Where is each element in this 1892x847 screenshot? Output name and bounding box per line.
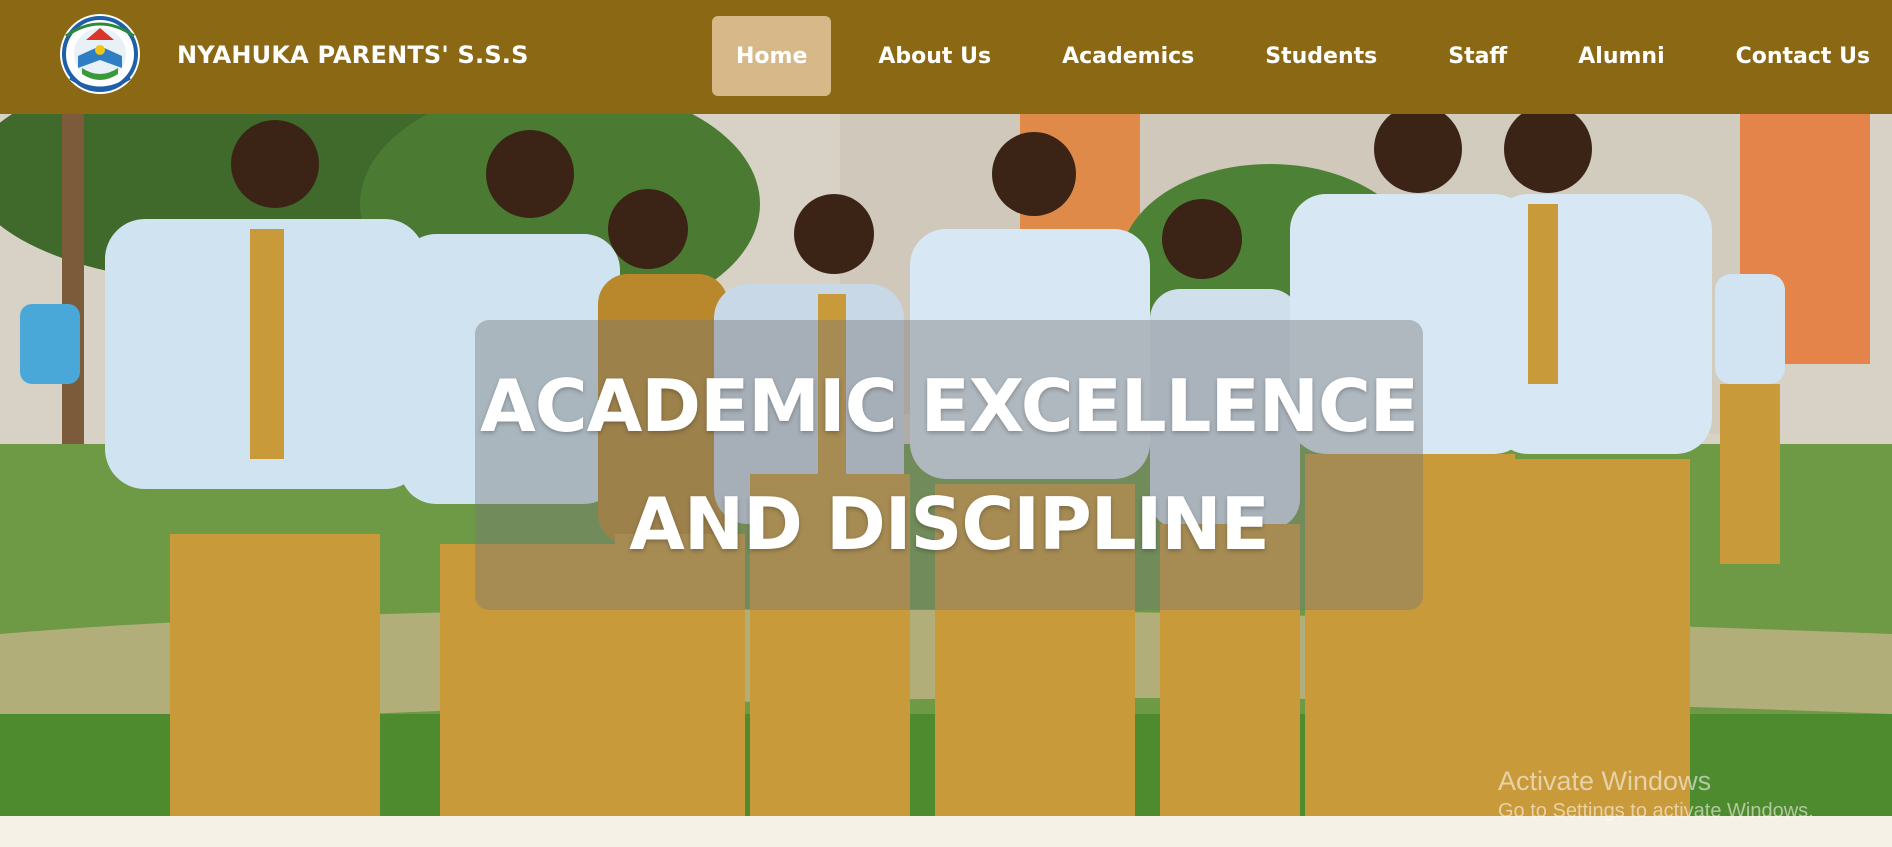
hero-caption-box: ACADEMIC EXCELLENCE AND DISCIPLINE: [475, 320, 1423, 610]
windows-activation-watermark: Activate Windows Go to Settings to activ…: [1498, 764, 1814, 824]
nav-students[interactable]: Students: [1241, 16, 1401, 96]
site-header: NYAHUKA PARENTS' S.S.S Home About Us Aca…: [0, 0, 1892, 114]
nav-staff[interactable]: Staff: [1424, 16, 1531, 96]
nav-academics[interactable]: Academics: [1038, 16, 1218, 96]
watermark-subtitle: Go to Settings to activate Windows.: [1498, 800, 1814, 822]
school-name[interactable]: NYAHUKA PARENTS' S.S.S: [177, 41, 529, 69]
school-crest-icon[interactable]: [56, 6, 144, 102]
hero-section: ACADEMIC EXCELLENCE AND DISCIPLINE: [0, 114, 1892, 816]
hero-headline-line-1: ACADEMIC EXCELLENCE: [480, 364, 1419, 448]
nav-about-us[interactable]: About Us: [854, 16, 1015, 96]
hero-headline-line-2: AND DISCIPLINE: [629, 482, 1270, 566]
nav-home[interactable]: Home: [712, 16, 832, 96]
watermark-title: Activate Windows: [1498, 766, 1712, 796]
main-nav: Home About Us Academics Students Staff A…: [712, 16, 1892, 96]
nav-alumni[interactable]: Alumni: [1554, 16, 1688, 96]
nav-contact-us[interactable]: Contact Us: [1712, 16, 1892, 96]
